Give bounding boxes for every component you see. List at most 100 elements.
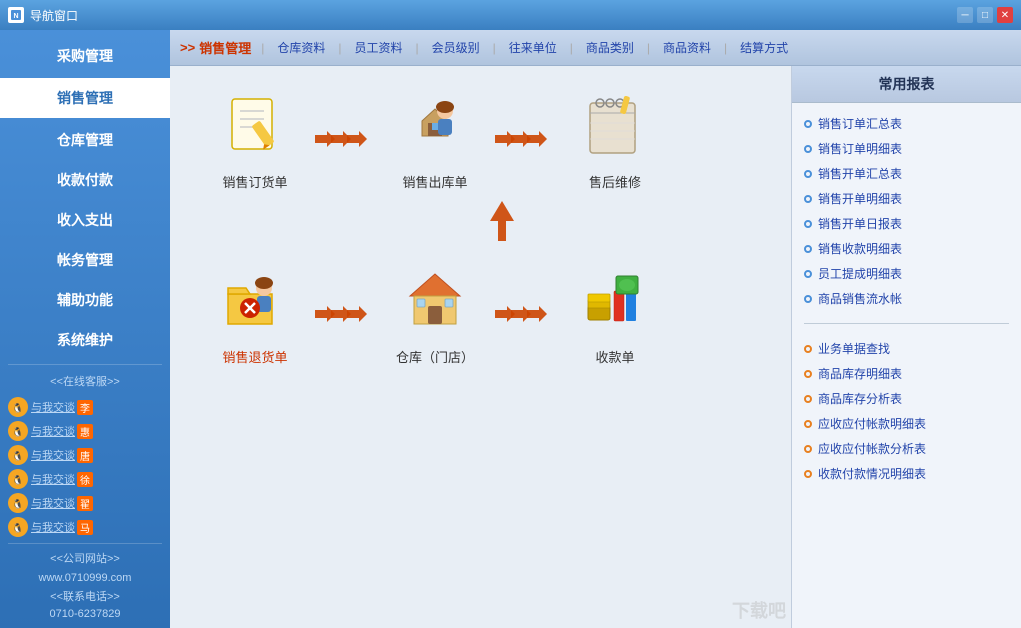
arrow-1-2 <box>310 127 380 151</box>
chat-link-1[interactable]: 与我交谈 <box>31 423 75 439</box>
bullet-r4 <box>804 445 812 453</box>
watermark: 下载吧 <box>732 597 786 623</box>
chat-item-2[interactable]: 🐧 与我交谈 唐 <box>0 443 170 467</box>
report-item-r4[interactable]: 应收应付帐款分析表 <box>804 436 1009 461</box>
node-sales-return[interactable]: 销售退货单 <box>200 261 310 366</box>
nav-tab-5[interactable]: 商品资料 <box>652 34 722 61</box>
bullet-0 <box>804 120 812 128</box>
chat-link-5[interactable]: 与我交谈 <box>31 519 75 535</box>
main-container: 采购管理 销售管理 仓库管理 收款付款 收入支出 帐务管理 辅助功能 系统维护 … <box>0 30 1021 628</box>
nav-sep-5: | <box>647 34 650 61</box>
svg-text:🐧: 🐧 <box>12 498 23 509</box>
report-item-r2[interactable]: 商品库存分析表 <box>804 386 1009 411</box>
nav-tab-0[interactable]: 仓库资料 <box>266 34 336 61</box>
report-section-1: 销售订单汇总表 销售订单明细表 销售开单汇总表 销售开单明细表 <box>792 103 1021 319</box>
svg-text:🐧: 🐧 <box>12 522 23 533</box>
bullet-5 <box>804 245 812 253</box>
nav-sep-2: | <box>415 34 418 61</box>
sidebar-item-warehouse[interactable]: 仓库管理 <box>0 120 170 160</box>
chat-link-2[interactable]: 与我交谈 <box>31 447 75 463</box>
report-item-6[interactable]: 员工提成明细表 <box>804 261 1009 286</box>
sales-order-label: 销售订货单 <box>222 172 287 191</box>
chat-link-3[interactable]: 与我交谈 <box>31 471 75 487</box>
chat-item-3[interactable]: 🐧 与我交谈 徐 <box>0 467 170 491</box>
workflow-area: 销售订货单 <box>170 66 791 628</box>
node-sales-order[interactable]: 销售订货单 <box>200 86 310 191</box>
report-item-r0[interactable]: 业务单据查找 <box>804 336 1009 361</box>
warehouse-label: 仓库（门店） <box>396 347 474 366</box>
report-item-r3[interactable]: 应收应付帐款明细表 <box>804 411 1009 436</box>
website-url[interactable]: www.0710999.com <box>0 568 170 586</box>
report-item-3[interactable]: 销售开单明细表 <box>804 186 1009 211</box>
sidebar-item-purchase[interactable]: 采购管理 <box>0 36 170 76</box>
minimize-button[interactable]: ─ <box>957 7 973 23</box>
nav-tab-1[interactable]: 员工资料 <box>343 34 413 61</box>
nav-tab-4[interactable]: 商品类别 <box>575 34 645 61</box>
chat-item-4[interactable]: 🐧 与我交谈 翟 <box>0 491 170 515</box>
nav-tabs: | 仓库资料 | 员工资料 | 会员级别 | 往来单位 | 商品类别 | 商品资… <box>261 34 799 61</box>
sidebar-item-sales[interactable]: 销售管理 <box>0 78 170 118</box>
report-item-7[interactable]: 商品销售流水帐 <box>804 286 1009 311</box>
sidebar: 采购管理 销售管理 仓库管理 收款付款 收入支出 帐务管理 辅助功能 系统维护 … <box>0 30 170 628</box>
report-item-r1[interactable]: 商品库存明细表 <box>804 361 1009 386</box>
report-item-0[interactable]: 销售订单汇总表 <box>804 111 1009 136</box>
sidebar-item-system[interactable]: 系统维护 <box>0 320 170 360</box>
collect-icon <box>575 261 655 341</box>
sidebar-item-assist[interactable]: 辅助功能 <box>0 280 170 320</box>
nav-prefix: >> <box>180 40 195 55</box>
chat-item-1[interactable]: 🐧 与我交谈 惠 <box>0 419 170 443</box>
nav-current: >> 销售管理 <box>180 38 251 57</box>
svg-text:🐧: 🐧 <box>12 426 23 437</box>
after-sale-label: 售后维修 <box>589 172 641 191</box>
chat-item-0[interactable]: 🐧 与我交谈 李 <box>0 395 170 419</box>
nav-sep-4: | <box>570 34 573 61</box>
report-item-5[interactable]: 销售收款明细表 <box>804 236 1009 261</box>
nav-tab-2[interactable]: 会员级别 <box>421 34 491 61</box>
nav-sep-3: | <box>493 34 496 61</box>
workflow-row-2: 销售退货单 <box>200 261 761 366</box>
nav-tab-3[interactable]: 往来单位 <box>498 34 568 61</box>
content-body: 销售订货单 <box>170 66 1021 628</box>
bullet-r1 <box>804 370 812 378</box>
node-after-sale[interactable]: 售后维修 <box>560 86 670 191</box>
bullet-r5 <box>804 470 812 478</box>
chat-link-0[interactable]: 与我交谈 <box>31 399 75 415</box>
sidebar-item-payment[interactable]: 收款付款 <box>0 160 170 200</box>
report-item-2[interactable]: 销售开单汇总表 <box>804 161 1009 186</box>
nav-sep-6: | <box>724 34 727 61</box>
report-item-4[interactable]: 销售开单日报表 <box>804 211 1009 236</box>
website-label: <<公司网站>> <box>0 546 170 568</box>
nav-sep-1: | <box>338 34 341 61</box>
bullet-4 <box>804 220 812 228</box>
phone-number: 0710-6237829 <box>0 606 170 622</box>
svg-text:🐧: 🐧 <box>12 450 23 461</box>
sidebar-item-account[interactable]: 帐务管理 <box>0 240 170 280</box>
app-icon: N <box>8 7 24 23</box>
chat-link-4[interactable]: 与我交谈 <box>31 495 75 511</box>
bullet-r3 <box>804 420 812 428</box>
node-warehouse[interactable]: 仓库（门店） <box>380 261 490 366</box>
chat-item-5[interactable]: 🐧 与我交谈 马 <box>0 515 170 539</box>
nav-tab-6[interactable]: 结算方式 <box>729 34 799 61</box>
close-button[interactable]: ✕ <box>997 7 1013 23</box>
svg-text:🐧: 🐧 <box>12 402 23 413</box>
bullet-2 <box>804 170 812 178</box>
sales-return-label: 销售退货单 <box>222 347 287 366</box>
node-collect[interactable]: 收款单 <box>560 261 670 366</box>
sidebar-item-income[interactable]: 收入支出 <box>0 200 170 240</box>
after-sale-icon <box>575 86 655 166</box>
workflow-row-1: 销售订货单 <box>200 86 761 191</box>
title-bar-title: 导航窗口 <box>30 7 78 24</box>
chat-badge-5: 马 <box>77 520 93 535</box>
svg-text:N: N <box>13 13 18 20</box>
sales-order-icon <box>215 86 295 166</box>
bullet-r0 <box>804 345 812 353</box>
report-item-r5[interactable]: 收款付款情况明细表 <box>804 461 1009 486</box>
report-item-1[interactable]: 销售订单明细表 <box>804 136 1009 161</box>
maximize-button[interactable]: □ <box>977 7 993 23</box>
node-sales-out[interactable]: 销售出库单 <box>380 86 490 191</box>
chat-badge-2: 唐 <box>77 448 93 463</box>
phone-label: <<联系电话>> <box>0 586 170 606</box>
bullet-r2 <box>804 395 812 403</box>
right-panel-title: 常用报表 <box>792 66 1021 103</box>
